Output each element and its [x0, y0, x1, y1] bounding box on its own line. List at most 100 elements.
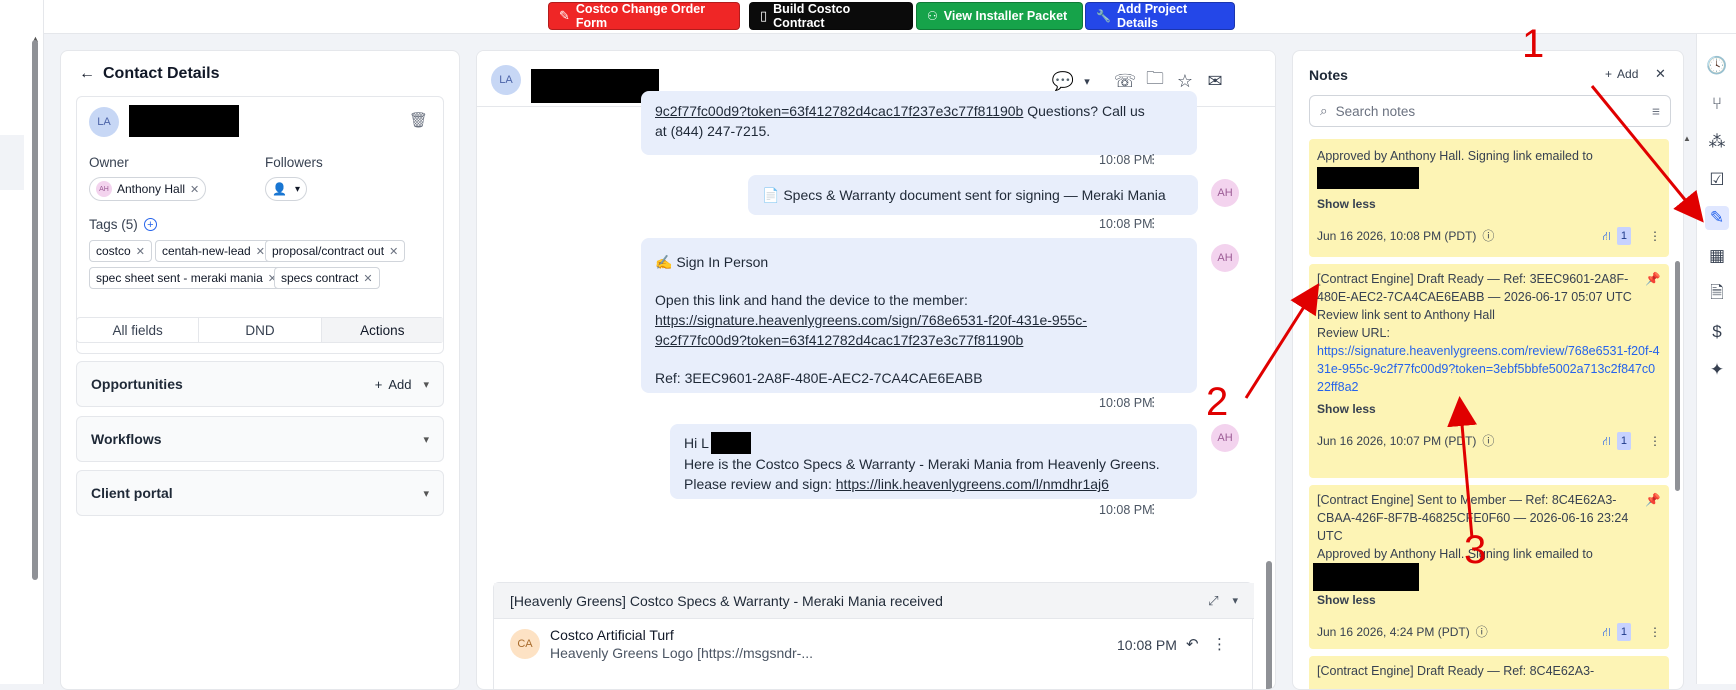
tags-label: Tags (5) + [89, 217, 157, 232]
phone-icon[interactable]: ☏ [1113, 69, 1137, 93]
close-icon[interactable]: ✕ [1655, 66, 1666, 82]
chevron-down-icon[interactable]: ▾ [423, 433, 429, 446]
message-menu-icon[interactable]: ⋮ [1147, 501, 1160, 516]
dollar-icon[interactable]: $ [1705, 320, 1729, 344]
conversation-avatar: LA [491, 65, 521, 95]
left-scrollbar[interactable] [32, 40, 38, 580]
task-icon[interactable]: ☑ [1705, 168, 1729, 192]
pin-icon[interactable]: 📌 [1645, 491, 1661, 509]
email-sender: Costco Artificial Turf [550, 627, 674, 643]
reply-icon[interactable]: ↶ [1186, 635, 1199, 653]
trash-icon[interactable]: 🗑 [409, 111, 428, 129]
conversation-scrollbar[interactable] [1266, 561, 1272, 689]
note-item[interactable]: [Contract Engine] Sent to Member — Ref: … [1309, 485, 1669, 649]
workflow-icon[interactable]: ⑂ [1705, 92, 1729, 116]
tab-dnd[interactable]: DND [199, 318, 322, 342]
remove-tag-icon[interactable]: ✕ [256, 245, 265, 258]
note-menu-icon[interactable]: ⋮ [1649, 623, 1661, 641]
email-time: 10:08 PM [1117, 637, 1177, 653]
chat-bubble-icon[interactable]: 💬 [1051, 69, 1075, 93]
signature-link-continued[interactable]: 9c2f77fc00d9?token=63f412782d4cac17f237e… [655, 332, 1023, 348]
tag-chip[interactable]: specs contract ✕ [274, 267, 380, 289]
notes-scrollbar[interactable] [1675, 261, 1680, 491]
clock-icon[interactable]: 🕓 [1705, 54, 1729, 78]
remove-owner-icon[interactable]: ✕ [190, 183, 199, 196]
chevron-down-icon[interactable]: ▾ [1232, 594, 1238, 607]
expand-icon[interactable]: ⤢ [1208, 593, 1218, 609]
add-opportunity-button[interactable]: + Add [375, 377, 412, 392]
conversation-panel: LA 💬 ▾ ☏ 🗀 ☆ ✉ 9c2f77fc00d9?token=63f412… [476, 50, 1276, 690]
branch-icon[interactable]: ⛙ [1602, 227, 1610, 245]
message-link[interactable]: 9c2f77fc00d9?token=63f412782d4cac17f237e… [655, 103, 1023, 119]
note-menu-icon[interactable]: ⋮ [1649, 432, 1661, 450]
message-menu-icon[interactable]: ⋮ [1147, 151, 1160, 166]
star-icon[interactable]: ☆ [1173, 69, 1197, 93]
annotation-number-2: 2 [1206, 380, 1229, 424]
tag-chip[interactable]: costco ✕ [89, 240, 152, 262]
edit-icon: ✎ [559, 8, 570, 23]
message-menu-icon[interactable]: ⋮ [1147, 215, 1160, 230]
remove-tag-icon[interactable]: ✕ [363, 272, 372, 285]
agent-avatar: AH [1211, 244, 1239, 272]
info-icon[interactable]: ⓘ [1482, 227, 1494, 245]
show-less-link[interactable]: Show less [1317, 195, 1661, 213]
chevron-down-icon[interactable]: ▾ [423, 378, 429, 391]
costco-change-order-form-button[interactable]: ✎ Costco Change Order Form [548, 2, 740, 30]
build-costco-contract-button[interactable]: ▯ Build Costco Contract [749, 2, 913, 30]
add-project-details-button[interactable]: 🔧 Add Project Details [1085, 2, 1235, 30]
more-menu-icon[interactable]: ⋮ [1212, 635, 1227, 653]
wrench-icon: 🔧 [1096, 9, 1111, 23]
email-card[interactable]: [Heavenly Greens] Costco Specs & Warrant… [493, 582, 1254, 689]
tab-all-fields[interactable]: All fields [77, 318, 200, 342]
document-icon[interactable]: 🗎 [1705, 282, 1729, 306]
network-icon[interactable]: ⁂ [1705, 130, 1729, 154]
opportunities-section[interactable]: Opportunities + Add ▾ [76, 361, 444, 407]
branch-icon[interactable]: ⛙ [1602, 623, 1610, 641]
note-item[interactable]: Approved by Anthony Hall. Signing link e… [1309, 139, 1669, 257]
back-arrow-icon[interactable]: ← [79, 65, 95, 83]
show-less-link[interactable]: Show less [1317, 591, 1661, 609]
review-link[interactable]: https://link.heavenlygreens.com/l/nmdhr1… [836, 476, 1109, 492]
message-bubble: 📄 Specs & Warranty document sent for sig… [748, 175, 1198, 215]
notes-pencil-icon[interactable]: ✎ [1705, 206, 1729, 230]
message-menu-icon[interactable]: ⋮ [1147, 394, 1160, 409]
workflows-section[interactable]: Workflows ▾ [76, 416, 444, 462]
pin-icon[interactable]: 📌 [1645, 270, 1661, 288]
tag-chip[interactable]: spec sheet sent - meraki mania ✕ [89, 267, 284, 289]
scroll-up-arrow-icon[interactable]: ▲ [1683, 134, 1691, 143]
add-note-button[interactable]: + Add [1605, 67, 1638, 81]
owner-chip[interactable]: AH Anthony Hall ✕ [89, 177, 207, 201]
chevron-down-icon[interactable]: ▾ [1075, 69, 1099, 93]
review-url-link[interactable]: https://signature.heavenlygreens.com/rev… [1317, 344, 1660, 394]
note-item[interactable]: [Contract Engine] Draft Ready — Ref: 3EE… [1309, 264, 1669, 478]
redacted-email [1317, 167, 1419, 189]
filter-icon[interactable]: ≡ [1652, 104, 1660, 119]
note-menu-icon[interactable]: ⋮ [1649, 227, 1661, 245]
remove-tag-icon[interactable]: ✕ [136, 245, 145, 258]
tag-chip[interactable]: proposal/contract out ✕ [265, 240, 406, 262]
info-icon[interactable]: ⓘ [1476, 623, 1488, 641]
mail-icon[interactable]: ✉ [1203, 69, 1227, 93]
redacted-email [1313, 563, 1419, 591]
folder-icon[interactable]: 🗀 [1143, 68, 1167, 93]
info-icon[interactable]: ⓘ [1482, 432, 1494, 450]
email-preview: Heavenly Greens Logo [https://msgsndr-..… [550, 645, 814, 661]
add-tag-icon[interactable]: + [143, 218, 157, 231]
sparkle-icon[interactable]: ✦ [1705, 358, 1729, 382]
chevron-down-icon[interactable]: ▾ [423, 487, 429, 500]
search-notes-input[interactable]: ⌕ Search notes ≡ [1309, 95, 1671, 127]
view-installer-packet-button[interactable]: ⚇ View Installer Packet [916, 2, 1083, 30]
show-less-link[interactable]: Show less [1317, 400, 1661, 418]
note-item[interactable]: [Contract Engine] Draft Ready — Ref: 8C4… [1309, 656, 1669, 689]
owner-label: Owner [89, 155, 129, 170]
signature-link[interactable]: https://signature.heavenlygreens.com/sig… [655, 312, 1087, 328]
tab-actions[interactable]: Actions [321, 318, 443, 342]
link-count-badge: 1 [1616, 623, 1631, 641]
branch-icon[interactable]: ⛙ [1602, 432, 1610, 450]
followers-select[interactable]: 👤 ▾ [265, 177, 307, 201]
client-portal-section[interactable]: Client portal ▾ [76, 470, 444, 516]
remove-tag-icon[interactable]: ✕ [389, 245, 398, 258]
calendar-icon[interactable]: ▦ [1705, 244, 1729, 268]
tag-chip[interactable]: centah-new-lead ✕ [155, 240, 272, 262]
left-rail-selected-item[interactable] [0, 135, 24, 190]
